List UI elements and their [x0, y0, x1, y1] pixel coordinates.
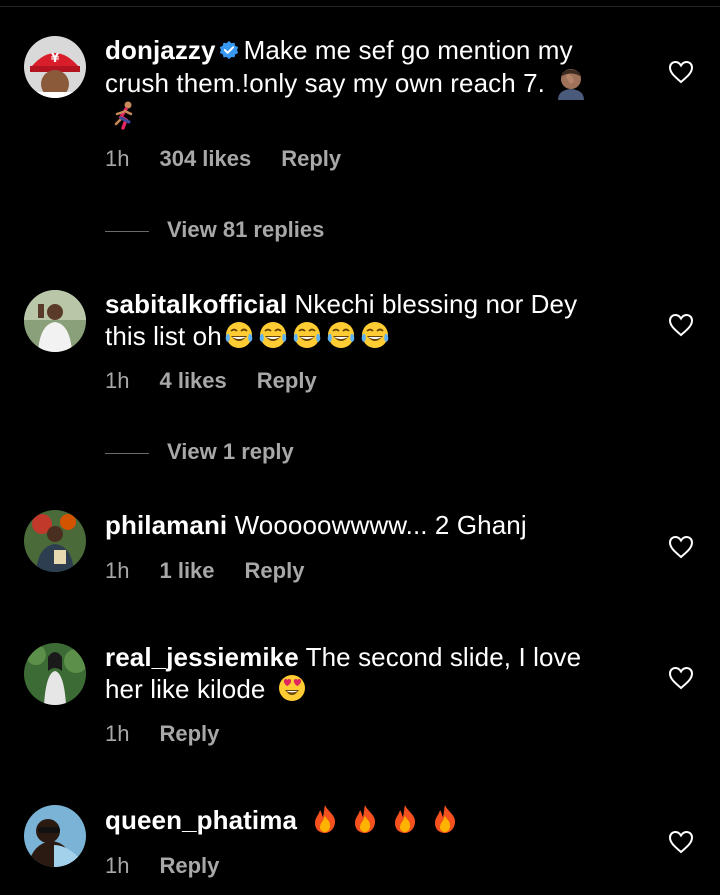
fire-emoji-icon: [430, 804, 460, 834]
avatar[interactable]: [24, 290, 86, 352]
tears-of-joy-emoji-icon: [224, 320, 254, 350]
likes-count[interactable]: 4 likes: [159, 368, 226, 393]
tears-of-joy-emoji-icon: [360, 320, 390, 350]
tears-of-joy-emoji-icon: [258, 320, 288, 350]
runner-emoji-icon: [109, 100, 139, 130]
comment-body: queen_phatima: [105, 804, 645, 836]
top-divider: [0, 6, 720, 7]
likes-count[interactable]: 1 like: [159, 558, 214, 583]
comment-time: 1h: [105, 368, 130, 393]
view-replies-button[interactable]: View 1 reply: [105, 439, 294, 465]
comment-meta: 1h Reply: [105, 853, 249, 879]
comment-text-line2: her like kilode: [105, 674, 266, 704]
comment-text-line1: Wooooowwww... 2 Ghanj: [234, 510, 527, 540]
reply-button[interactable]: Reply: [257, 368, 317, 393]
comment-text-line1: Nkechi blessing nor Dey: [294, 289, 578, 319]
comment-body: donjazzy Make me sef go mention my crush …: [105, 34, 645, 132]
comment-meta: 1h 1 like Reply: [105, 558, 334, 584]
svg-text:¥: ¥: [51, 51, 60, 65]
comment-time: 1h: [105, 721, 130, 746]
reply-button[interactable]: Reply: [281, 146, 341, 171]
like-heart-icon[interactable]: [668, 313, 694, 337]
reply-button[interactable]: Reply: [245, 558, 305, 583]
avatar[interactable]: [24, 643, 86, 705]
username[interactable]: sabitalkofficial: [105, 289, 287, 319]
comment-time: 1h: [105, 853, 130, 878]
comment-text-line1: Make me sef go mention my: [243, 35, 573, 65]
fire-emoji-icon: [350, 804, 380, 834]
avatar[interactable]: ¥: [24, 36, 86, 98]
like-heart-icon[interactable]: [668, 666, 694, 690]
like-heart-icon[interactable]: [668, 60, 694, 84]
facepalm-emoji-icon: [554, 66, 588, 100]
reply-divider-line: [105, 230, 149, 232]
username[interactable]: donjazzy: [105, 35, 216, 65]
comment-text-line2: crush them.!only say my own reach 7.: [105, 68, 546, 98]
fire-emoji-icon: [390, 804, 420, 834]
comment-meta: 1h 4 likes Reply: [105, 368, 347, 394]
reply-button[interactable]: Reply: [159, 853, 219, 878]
reply-button[interactable]: Reply: [159, 721, 219, 746]
comment-meta: 1h Reply: [105, 721, 249, 747]
avatar[interactable]: [24, 805, 86, 867]
username[interactable]: philamani: [105, 510, 227, 540]
username[interactable]: queen_phatima: [105, 805, 297, 835]
avatar[interactable]: [24, 510, 86, 572]
username[interactable]: real_jessiemike: [105, 642, 299, 672]
like-heart-icon[interactable]: [668, 535, 694, 559]
comment-body: philamani Wooooowwww... 2 Ghanj: [105, 509, 645, 541]
tears-of-joy-emoji-icon: [292, 320, 322, 350]
like-heart-icon[interactable]: [668, 830, 694, 854]
comment-meta: 1h 304 likes Reply: [105, 146, 371, 172]
comment-text-line1: The second slide, I love: [305, 642, 582, 672]
likes-count[interactable]: 304 likes: [159, 146, 251, 171]
view-replies-label: View 81 replies: [167, 217, 325, 242]
view-replies-label: View 1 reply: [167, 439, 294, 464]
tears-of-joy-emoji-icon: [326, 320, 356, 350]
comment-text-line2: this list oh: [105, 321, 222, 351]
comment-time: 1h: [105, 146, 130, 171]
heart-eyes-emoji-icon: [277, 673, 307, 703]
fire-emoji-icon: [310, 804, 340, 834]
verified-badge-icon: [218, 40, 240, 62]
view-replies-button[interactable]: View 81 replies: [105, 217, 324, 243]
comment-body: real_jessiemike The second slide, I love…: [105, 641, 645, 705]
comment-body: sabitalkofficial Nkechi blessing nor Dey…: [105, 288, 645, 352]
comment-time: 1h: [105, 558, 130, 583]
reply-divider-line: [105, 452, 149, 454]
